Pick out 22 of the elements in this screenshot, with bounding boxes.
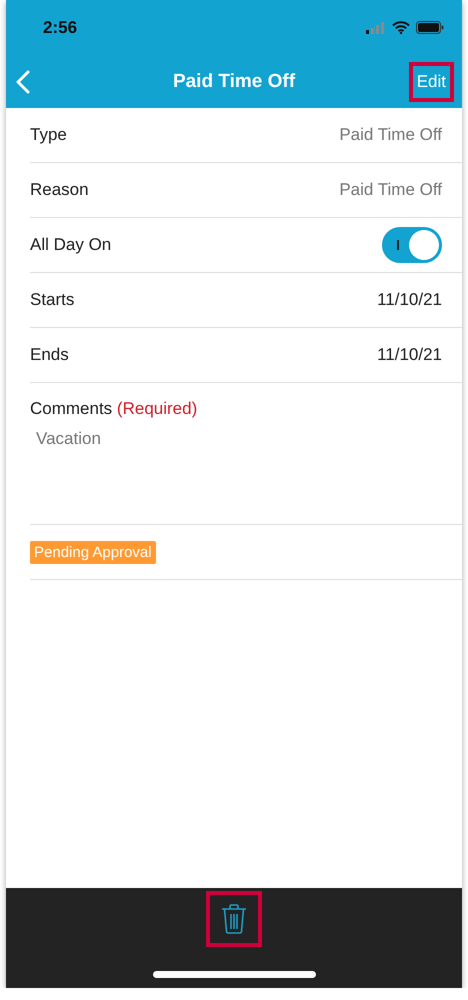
status-badge: Pending Approval: [30, 540, 156, 564]
field-value: 11/10/21: [377, 345, 442, 365]
edit-button[interactable]: Edit: [414, 68, 448, 96]
comments-field[interactable]: Vacation: [36, 429, 101, 449]
toggle-switch[interactable]: [382, 227, 442, 263]
field-label: Starts: [30, 290, 74, 310]
field-label: Ends: [30, 345, 69, 365]
field-value: Paid Time Off: [339, 125, 442, 145]
field-value: Paid Time Off: [339, 180, 442, 200]
battery-icon: [416, 21, 444, 34]
comments-label: Comments (Required): [30, 399, 198, 419]
trash-icon: [221, 904, 247, 934]
field-value: 11/10/21: [377, 290, 442, 310]
status-time: 2:56: [43, 18, 78, 38]
delete-button[interactable]: [221, 904, 247, 934]
field-label: Type: [30, 125, 67, 145]
back-icon[interactable]: [16, 70, 30, 94]
field-label: All Day On: [30, 235, 112, 255]
screen-title: Paid Time Off: [172, 70, 296, 92]
signal-icon: [366, 22, 386, 34]
field-label: Reason: [30, 180, 89, 200]
wifi-icon: [392, 21, 410, 34]
